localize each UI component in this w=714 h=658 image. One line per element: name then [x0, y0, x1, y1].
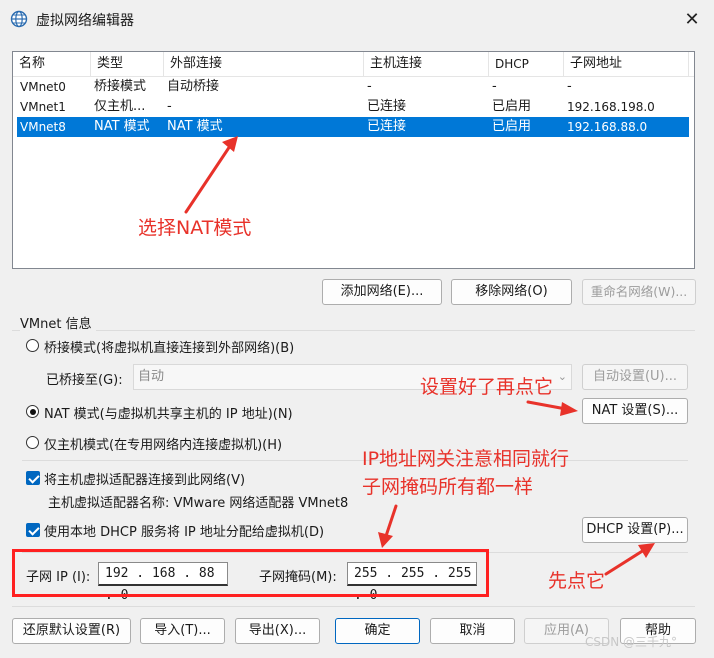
arrow-to-red-box	[384, 504, 398, 538]
arrow-to-vmnet8	[184, 144, 232, 214]
arrow-head	[222, 136, 238, 152]
arrow-head	[378, 532, 393, 548]
arrow-to-nat-settings	[526, 400, 568, 411]
annotation-arrows	[184, 136, 655, 576]
watermark: CSDN @三千九°	[585, 635, 678, 649]
arrow-to-dhcp-settings	[604, 548, 646, 576]
arrow-head	[560, 402, 578, 416]
